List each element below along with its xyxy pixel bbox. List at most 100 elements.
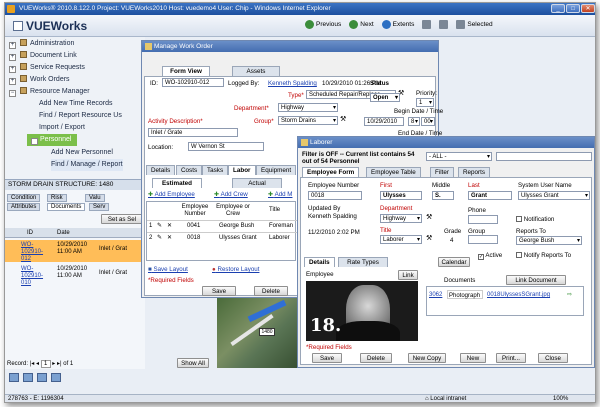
- nav-resource-manager[interactable]: − Resource Manager: [5, 86, 90, 98]
- close-icon[interactable]: ✕: [581, 4, 595, 13]
- new-button[interactable]: New: [460, 353, 486, 363]
- location-field[interactable]: W Vernon St: [188, 142, 264, 151]
- tab-condition[interactable]: Condition: [7, 194, 41, 202]
- binoculars-icon[interactable]: ⚒: [426, 214, 434, 222]
- tab-filter[interactable]: Filter: [430, 167, 454, 177]
- add-crew-button[interactable]: ✚ Add Crew: [214, 191, 248, 198]
- print-button[interactable]: Print...: [496, 353, 526, 363]
- row-id[interactable]: WO-102910-010: [21, 266, 51, 287]
- link-document-button[interactable]: Link Document: [506, 275, 566, 285]
- next-record-icon[interactable]: ▸: [52, 361, 55, 367]
- title-select[interactable]: Laborer: [380, 235, 422, 244]
- nav-find-manage-report[interactable]: Find / Manage / Report: [51, 159, 123, 171]
- collapse-icon[interactable]: −: [9, 90, 16, 97]
- nav-add-new-personnel[interactable]: Add New Personnel: [51, 147, 113, 159]
- next-button[interactable]: Next: [349, 20, 374, 29]
- delete-icon[interactable]: ✕: [167, 233, 172, 244]
- department-select[interactable]: Highway: [380, 214, 422, 223]
- record-number[interactable]: 1: [40, 360, 51, 368]
- phone-field[interactable]: [468, 215, 498, 224]
- restore-layout-button[interactable]: ● Restore Layout: [212, 266, 259, 273]
- activity-field[interactable]: Inlet / Grate: [148, 128, 238, 137]
- add-mgr-button[interactable]: ✚ Add M: [268, 191, 292, 198]
- group-select[interactable]: Storm Drains: [278, 116, 338, 125]
- begin-hour-select[interactable]: 8: [408, 117, 420, 126]
- middle-name-field[interactable]: S.: [432, 191, 454, 200]
- map-view[interactable]: 1480: [217, 298, 303, 368]
- add-employee-button[interactable]: ✚ Add Employee: [148, 191, 195, 198]
- save-layout-button[interactable]: ■ Save Layout: [148, 266, 188, 273]
- active-checkbox[interactable]: ✓ Active: [478, 252, 502, 260]
- expand-icon[interactable]: +: [9, 42, 16, 49]
- close-button[interactable]: Close: [538, 353, 568, 363]
- delete-button[interactable]: Delete: [360, 353, 392, 363]
- selected-button[interactable]: Selected: [456, 20, 493, 29]
- delete-button[interactable]: Delete: [254, 286, 288, 296]
- table-row[interactable]: 1 ✎ ✕ 0041 George Bush Foreman: [147, 220, 297, 231]
- table-row[interactable]: 2 ✎ ✕ 0018 Ulysses Grant Laborer: [147, 232, 297, 243]
- delete-icon[interactable]: ✕: [167, 221, 172, 232]
- edit-icon[interactable]: ✎: [157, 233, 162, 244]
- calendar-button[interactable]: Calendar: [438, 257, 470, 267]
- document-file[interactable]: 0018UlyssesSGrant.jpg: [487, 290, 550, 300]
- tool-icon[interactable]: [37, 373, 47, 382]
- minimize-icon[interactable]: _: [551, 4, 565, 13]
- first-name-field[interactable]: Ulysses: [380, 191, 422, 200]
- table-row[interactable]: WO-102910-010 10/29/2010 11:00 AM Inlet …: [5, 264, 145, 286]
- tab-employee-form[interactable]: Employee Form: [302, 167, 360, 177]
- row-id[interactable]: WO-102910-012: [21, 242, 51, 263]
- checkbox-icon[interactable]: [516, 252, 522, 258]
- tab-labor[interactable]: Labor: [228, 165, 256, 175]
- tab-actual[interactable]: Actual: [232, 178, 282, 188]
- tab-estimated[interactable]: Estimated: [152, 178, 202, 188]
- employee-number-field[interactable]: 0018: [308, 191, 362, 200]
- nav-find-report-resource[interactable]: Find / Report Resource Us: [39, 110, 122, 122]
- tab-assets[interactable]: Assets: [232, 66, 280, 76]
- priority-select[interactable]: 1: [416, 98, 434, 107]
- last-record-icon[interactable]: ▸|: [57, 361, 62, 367]
- nav-personnel[interactable]: − Personnel: [27, 134, 77, 146]
- checkbox-checked-icon[interactable]: ✓: [478, 254, 484, 260]
- document-id[interactable]: 3062: [429, 290, 442, 300]
- tool-button-2[interactable]: [439, 20, 449, 29]
- begin-date-field[interactable]: 10/29/2010: [364, 117, 404, 126]
- nav-administration[interactable]: + Administration: [5, 38, 74, 50]
- first-record-icon[interactable]: |◂: [30, 361, 35, 367]
- tab-form-view[interactable]: Form View: [162, 66, 210, 76]
- extents-button[interactable]: Extents: [381, 20, 414, 29]
- tab-costs[interactable]: Costs: [176, 165, 203, 175]
- logged-by-link[interactable]: Kenneth Spalding: [268, 80, 317, 87]
- checkbox-icon[interactable]: [516, 216, 522, 222]
- expand-icon[interactable]: +: [9, 66, 16, 73]
- zoom-level[interactable]: 100%: [553, 395, 568, 402]
- nav-add-time-records[interactable]: Add New Time Records: [39, 98, 113, 110]
- tab-documents[interactable]: Documents: [47, 203, 86, 211]
- tab-tasks[interactable]: Tasks: [202, 165, 229, 175]
- tab-reports[interactable]: Reports: [458, 167, 491, 177]
- tab-rate-types[interactable]: Rate Types: [338, 257, 388, 267]
- table-row[interactable]: WO-102910-012 10/29/2010 11:00 AM Inlet …: [5, 240, 145, 262]
- tab-risk[interactable]: Risk: [47, 194, 67, 202]
- tool-icon[interactable]: [9, 373, 19, 382]
- binoculars-icon[interactable]: ⚒: [426, 235, 434, 243]
- set-as-selected-button[interactable]: Set as Sel: [101, 214, 143, 224]
- save-button[interactable]: Save: [202, 286, 236, 296]
- show-all-button[interactable]: Show All: [177, 358, 209, 368]
- tab-details[interactable]: Details: [304, 257, 335, 267]
- binoculars-icon[interactable]: ⚒: [340, 116, 348, 124]
- search-field[interactable]: [496, 152, 592, 161]
- expand-icon[interactable]: +: [9, 54, 16, 61]
- begin-min-select[interactable]: 00: [421, 117, 435, 126]
- tool-icon[interactable]: [51, 373, 61, 382]
- nav-document-link[interactable]: + Document Link: [5, 50, 77, 62]
- link-photo-button[interactable]: Link: [398, 270, 418, 280]
- tab-employee-table[interactable]: Employee Table: [366, 167, 421, 177]
- notification-checkbox[interactable]: Notification: [516, 216, 554, 223]
- system-user-select[interactable]: Ulysses Grant: [518, 191, 590, 200]
- nav-work-orders[interactable]: + Work Orders: [5, 74, 70, 86]
- filter-select[interactable]: - ALL -: [426, 152, 492, 161]
- tab-value[interactable]: Valu: [85, 194, 105, 202]
- last-name-field[interactable]: Grant: [468, 191, 512, 200]
- nav-import-export[interactable]: Import / Export: [39, 122, 85, 134]
- tab-details[interactable]: Details: [146, 165, 176, 175]
